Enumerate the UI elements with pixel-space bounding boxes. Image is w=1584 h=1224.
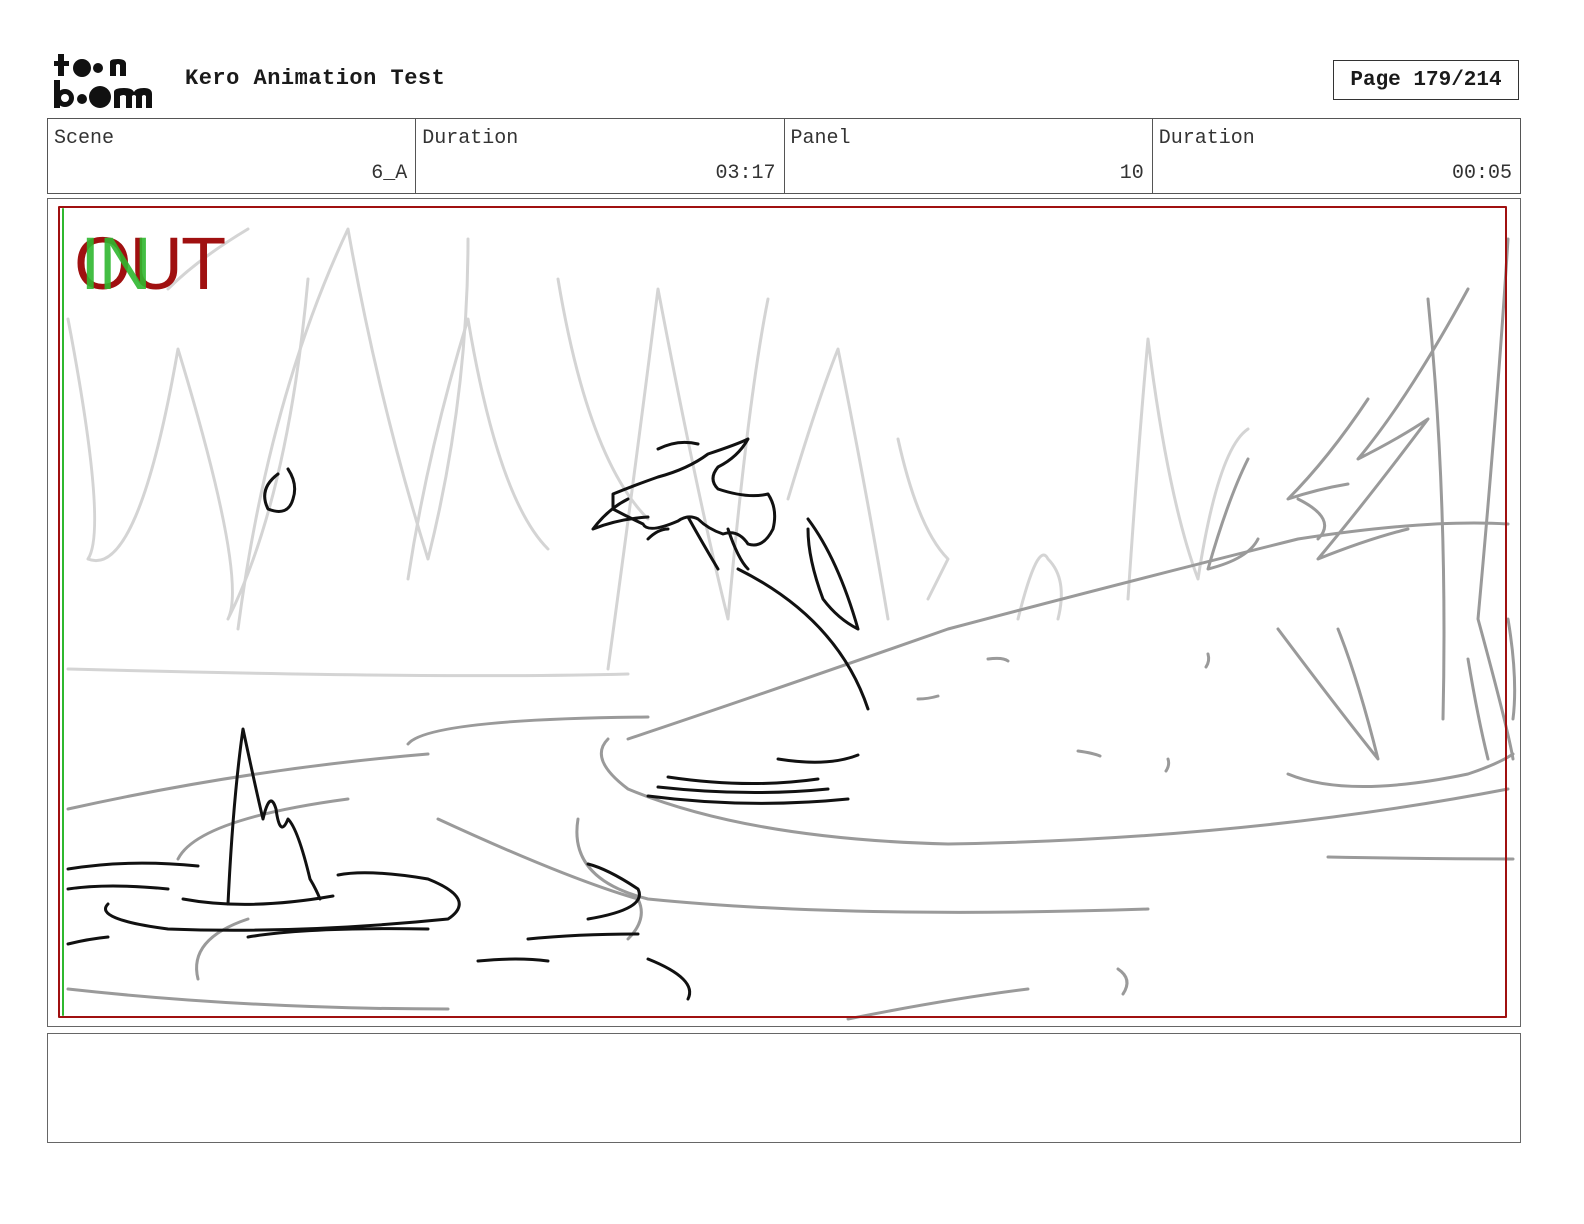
panel-cell: Panel 10: [785, 119, 1153, 193]
panel-notes-box: [47, 1033, 1521, 1143]
toon-boom-logo: [52, 52, 164, 110]
panel-duration-label: Duration: [1158, 127, 1255, 150]
panel-duration-cell: Duration 00:05: [1153, 119, 1520, 193]
in-out-marker: OUT IN: [74, 227, 274, 307]
page-indicator: Page 179/214: [1333, 60, 1519, 100]
panel-value: 10: [1119, 162, 1144, 185]
scene-duration-cell: Duration 03:17: [416, 119, 785, 193]
scene-value: 6_A: [371, 162, 408, 185]
storyboard-sketch: [58, 206, 1517, 1021]
scene-duration-value: 03:17: [715, 162, 776, 185]
scene-cell: Scene 6_A: [48, 119, 417, 193]
scene-info-table: Scene 6_A Duration 03:17 Panel 10 Durati…: [47, 118, 1521, 194]
scene-label: Scene: [54, 127, 115, 150]
scene-duration-label: Duration: [422, 127, 519, 150]
storyboard-panel: OUT IN: [47, 198, 1521, 1027]
panel-duration-value: 00:05: [1451, 162, 1512, 185]
in-marker: IN: [80, 222, 152, 305]
document-title: Kero Animation Test: [185, 66, 446, 91]
panel-label: Panel: [790, 127, 851, 150]
